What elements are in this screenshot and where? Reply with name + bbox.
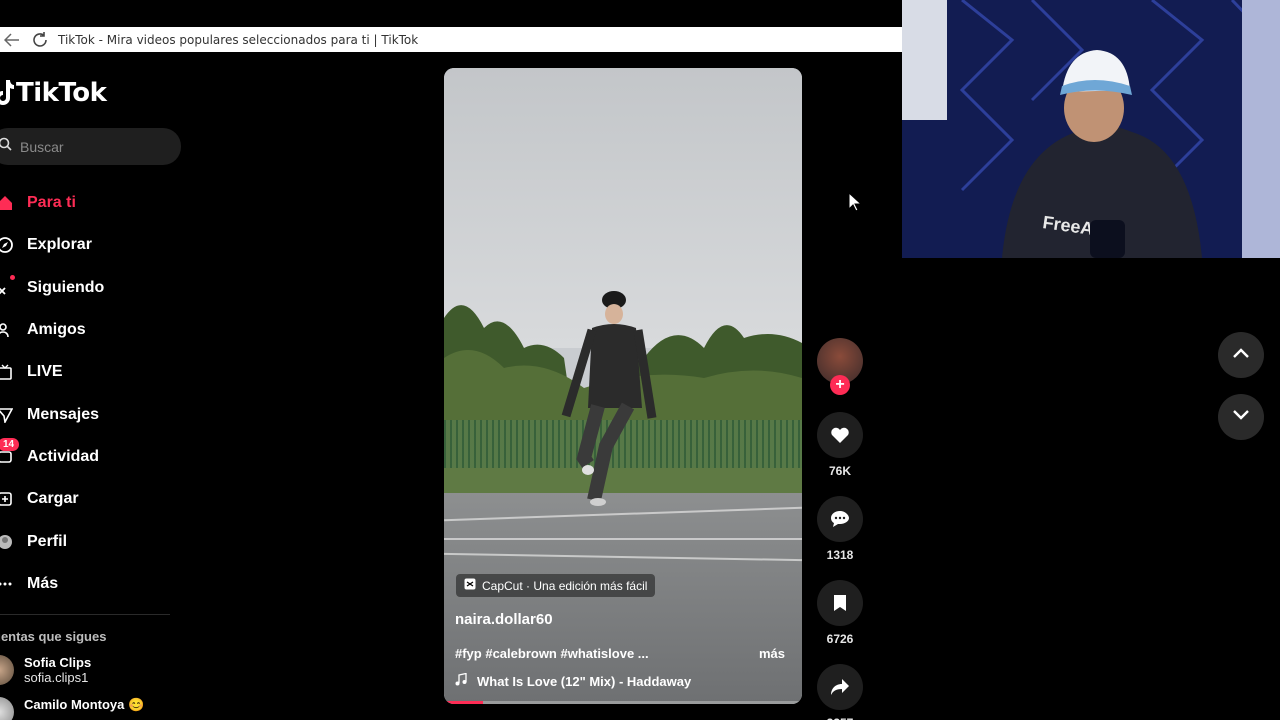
chevron-up-icon xyxy=(1232,346,1250,364)
court-line xyxy=(444,538,802,540)
home-icon xyxy=(0,194,14,212)
sidebar-item-label: Para ti xyxy=(27,194,76,212)
sidebar-item-label: Cargar xyxy=(27,490,79,508)
webcam-overlay: FreeA xyxy=(902,0,1280,258)
sidebar-item-explorar[interactable]: Explorar xyxy=(0,224,200,266)
tiktok-note-icon xyxy=(0,80,14,105)
share-button[interactable]: 3257 xyxy=(817,664,863,720)
friends-icon xyxy=(0,321,14,339)
sidebar-item-siguiendo[interactable]: Siguiendo xyxy=(0,267,200,309)
followed-account[interactable]: Sofia Clips sofia.clips1 xyxy=(0,655,91,685)
profile-icon xyxy=(0,533,14,551)
sidebar-item-live[interactable]: LIVE xyxy=(0,351,200,393)
sidebar-item-label: Más xyxy=(27,574,59,592)
sidebar-item-label: LIVE xyxy=(27,363,63,381)
page-tab-title: TikTok - Mira videos populares seleccion… xyxy=(58,32,419,47)
sidebar-item-actividad[interactable]: 14 Actividad xyxy=(0,436,200,478)
share-count: 3257 xyxy=(827,716,854,720)
heart-icon xyxy=(817,412,863,458)
browser-title-bar: TikTok - Mira videos populares seleccion… xyxy=(0,27,902,52)
video-actions: + 76K 1318 6726 3257 xyxy=(817,338,863,720)
send-icon xyxy=(0,406,14,424)
music-title: What Is Love (12" Mix) - Haddaway xyxy=(477,673,692,689)
sidebar-item-label: Siguiendo xyxy=(27,278,105,296)
sidebar-item-label: Perfil xyxy=(27,532,68,550)
sidebar-divider xyxy=(0,614,170,615)
comment-count: 1318 xyxy=(826,548,854,562)
save-count: 6726 xyxy=(826,632,854,646)
search-placeholder: Buscar xyxy=(20,138,64,155)
sidebar-item-cargar[interactable]: Cargar xyxy=(0,478,200,520)
comment-button[interactable]: 1318 xyxy=(817,496,863,562)
previous-video-button[interactable] xyxy=(1218,332,1264,378)
like-count: 76K xyxy=(828,464,851,478)
sidebar-item-mensajes[interactable]: Mensajes xyxy=(0,393,200,435)
video-caption: #fyp #calebrown #whatislove ... xyxy=(455,646,649,661)
sidebar-nav: Para ti Explorar Siguiendo Amigos LIVE M… xyxy=(0,182,200,605)
account-name: Camilo Montoya 😊 xyxy=(24,697,145,712)
sidebar-item-para-ti[interactable]: Para ti xyxy=(0,182,200,224)
sidebar-item-mas[interactable]: Más xyxy=(0,563,200,605)
sidebar-item-label: Actividad xyxy=(27,447,100,465)
search-input[interactable]: Buscar xyxy=(0,128,181,165)
streamer-webcam-image: FreeA xyxy=(902,0,1280,258)
video-progress-bar[interactable] xyxy=(444,701,802,704)
logo-text: TikTok xyxy=(16,78,107,108)
mouse-cursor-icon xyxy=(848,191,863,217)
capcut-tag-label: CapCut · Una edición más fácil xyxy=(482,578,648,593)
share-icon xyxy=(817,664,863,710)
sidebar-item-label: Amigos xyxy=(27,321,86,339)
search-icon xyxy=(0,137,12,156)
notification-dot xyxy=(10,274,15,280)
account-name: Sofia Clips xyxy=(24,655,92,670)
upload-icon xyxy=(0,490,14,508)
avatar xyxy=(0,655,14,685)
save-button[interactable]: 6726 xyxy=(817,580,863,646)
music-track[interactable]: What Is Love (12" Mix) - Haddaway xyxy=(455,672,692,689)
caption-more-link[interactable]: más xyxy=(759,646,785,661)
next-video-button[interactable] xyxy=(1218,394,1264,440)
sidebar-item-label: Explorar xyxy=(27,236,92,254)
video-player[interactable]: CapCut · Una edición más fácil naira.dol… xyxy=(444,68,802,704)
chevron-down-icon xyxy=(1232,408,1250,426)
capcut-tag[interactable]: CapCut · Una edición más fácil xyxy=(456,574,656,597)
more-icon xyxy=(0,575,14,593)
dancer-figure xyxy=(561,291,657,506)
follow-plus-icon[interactable]: + xyxy=(830,375,850,395)
video-username[interactable]: naira.dollar60 xyxy=(455,611,553,628)
creator-avatar[interactable]: + xyxy=(817,338,863,395)
capcut-icon xyxy=(464,578,476,593)
following-accounts-title: uentas que sigues xyxy=(0,629,107,644)
sidebar-item-label: Mensajes xyxy=(27,405,100,423)
user-follow-icon xyxy=(0,279,14,297)
back-arrow-icon[interactable] xyxy=(2,30,22,50)
followed-account[interactable]: Camilo Montoya 😊 xyxy=(0,697,144,720)
avatar xyxy=(0,697,14,720)
sidebar-item-amigos[interactable]: Amigos xyxy=(0,309,200,351)
music-note-icon xyxy=(455,672,467,689)
account-handle: sofia.clips1 xyxy=(24,670,89,685)
reload-icon[interactable] xyxy=(30,30,50,50)
bookmark-icon xyxy=(817,580,863,626)
sidebar: TikTok Buscar Para ti Explorar Siguiendo… xyxy=(0,52,200,720)
tiktok-logo[interactable]: TikTok xyxy=(0,78,107,108)
sidebar-item-perfil[interactable]: Perfil xyxy=(0,520,200,562)
like-button[interactable]: 76K xyxy=(817,412,863,478)
compass-icon xyxy=(0,236,14,254)
live-icon xyxy=(0,363,14,381)
comment-icon xyxy=(817,496,863,542)
notification-badge: 14 xyxy=(0,437,20,451)
video-progress-fill xyxy=(444,701,484,704)
